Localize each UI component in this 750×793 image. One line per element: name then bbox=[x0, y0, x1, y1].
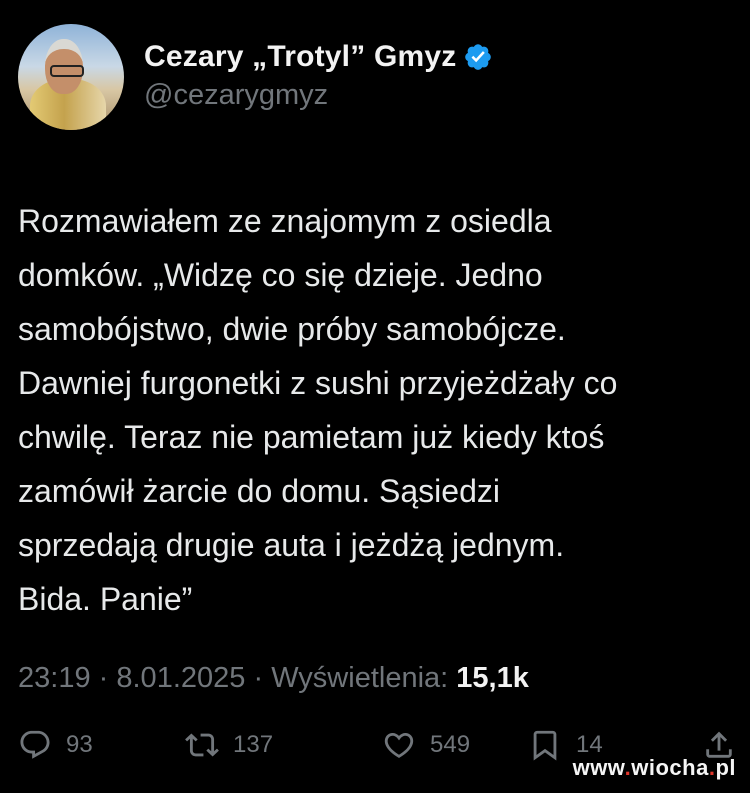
tweet-line: Rozmawiałem ze znajomym z osiedla bbox=[18, 203, 552, 239]
display-name[interactable]: Cezary „Trotyl” Gmyz bbox=[144, 40, 456, 74]
author-names: Cezary „Trotyl” Gmyz @cezarygmyz bbox=[144, 40, 493, 112]
tweet-line: chwilę. Teraz nie pamietam już kiedy kto… bbox=[18, 419, 605, 455]
tweet-line: domków. „Widzę co się dzieje. Jedno bbox=[18, 257, 543, 293]
tweet-header: Cezary „Trotyl” Gmyz @cezarygmyz bbox=[18, 24, 493, 130]
meta-separator: · bbox=[253, 662, 264, 694]
bookmark-icon bbox=[533, 730, 557, 761]
avatar[interactable] bbox=[18, 24, 124, 130]
reply-icon bbox=[20, 730, 50, 759]
like-icon bbox=[384, 732, 414, 758]
retweet-count: 137 bbox=[233, 731, 274, 758]
like-button[interactable]: 549 bbox=[382, 728, 470, 762]
site-watermark: www.wiocha.pl bbox=[572, 755, 736, 780]
tweet-line: samobójstwo, dwie próby samobójcze. bbox=[18, 311, 566, 347]
retweet-icon bbox=[185, 733, 219, 757]
tweet-date[interactable]: 8.01.2025 bbox=[116, 662, 245, 694]
views-count[interactable]: 15,1k bbox=[456, 662, 529, 694]
tweet-line: Dawniej furgonetki z sushi przyjeżdżały … bbox=[18, 365, 618, 401]
meta-separator: · bbox=[98, 662, 109, 694]
tweet-text: Rozmawiałem ze znajomym z osiedla domków… bbox=[18, 194, 718, 626]
avatar-glasses-shape bbox=[50, 65, 84, 77]
like-count: 549 bbox=[430, 731, 471, 758]
tweet-time[interactable]: 23:19 bbox=[18, 662, 91, 694]
user-handle[interactable]: @cezarygmyz bbox=[144, 79, 493, 112]
views-label: Wyświetlenia: bbox=[271, 662, 449, 694]
tweet-line: sprzedają drugie auta i jeżdżą jednym. bbox=[18, 527, 565, 563]
reply-count: 93 bbox=[66, 731, 93, 758]
tweet-line: Bida. Panie” bbox=[18, 581, 193, 617]
tweet-line: zamówił żarcie do domu. Sąsiedzi bbox=[18, 473, 500, 509]
retweet-button[interactable]: 137 bbox=[185, 728, 273, 762]
reply-button[interactable]: 93 bbox=[18, 728, 93, 762]
verified-badge-icon bbox=[465, 44, 492, 70]
tweet-meta: 23:19 · 8.01.2025 · Wyświetlenia: 15,1k bbox=[18, 662, 529, 695]
